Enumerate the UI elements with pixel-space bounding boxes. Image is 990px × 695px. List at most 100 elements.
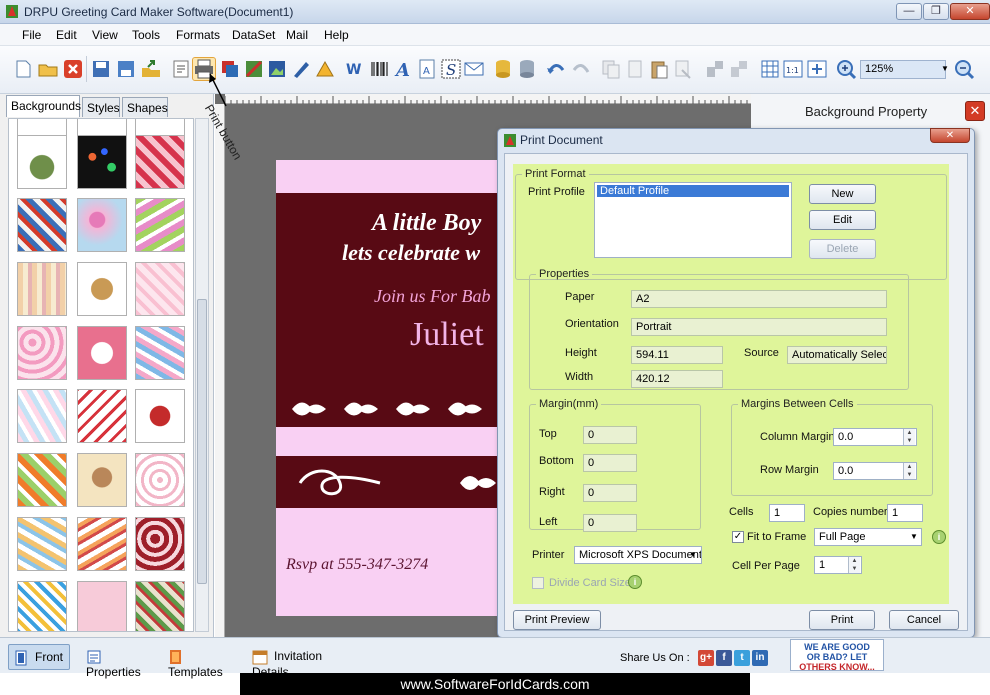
- background-thumbnail[interactable]: [17, 135, 67, 189]
- tab-invitation-details[interactable]: Invitation Details: [248, 644, 364, 679]
- height-field[interactable]: 594.11: [631, 346, 723, 364]
- delete-profile-button[interactable]: Delete: [809, 239, 876, 259]
- cut-icon[interactable]: [672, 58, 694, 80]
- background-thumbnail[interactable]: [17, 517, 67, 571]
- background-thumbnail[interactable]: [77, 262, 127, 316]
- align-2-icon[interactable]: [728, 58, 750, 80]
- profile-list-item[interactable]: Default Profile: [597, 185, 789, 197]
- linkedin-icon[interactable]: in: [752, 650, 768, 666]
- new-icon[interactable]: [12, 58, 34, 80]
- image-icon[interactable]: [266, 58, 288, 80]
- word-art-icon[interactable]: W: [345, 58, 367, 80]
- right-margin-field[interactable]: 0: [583, 484, 637, 502]
- facebook-icon[interactable]: f: [716, 650, 732, 666]
- card-heading-line-2[interactable]: lets celebrate w: [342, 240, 480, 266]
- background-thumbnail[interactable]: [17, 262, 67, 316]
- printer-dropdown-icon[interactable]: ▼: [689, 550, 697, 559]
- background-thumbnail[interactable]: [77, 517, 127, 571]
- minimize-button[interactable]: —: [896, 3, 922, 20]
- cell-per-page-stepper[interactable]: ▲ ▼: [848, 557, 860, 573]
- top-margin-field[interactable]: 0: [583, 426, 637, 444]
- menu-formats[interactable]: Formats: [176, 28, 220, 42]
- fit-icon[interactable]: [806, 58, 828, 80]
- export-icon[interactable]: [140, 58, 162, 80]
- tab-shapes[interactable]: Shapes: [122, 97, 168, 117]
- background-thumbnail[interactable]: [135, 581, 185, 631]
- left-margin-field[interactable]: 0: [583, 514, 637, 532]
- orientation-field[interactable]: Portrait: [631, 318, 887, 336]
- background-thumbnail[interactable]: [77, 326, 127, 380]
- database-icon[interactable]: [492, 58, 514, 80]
- background-thumbnail[interactable]: [135, 262, 185, 316]
- database-2-icon[interactable]: [516, 58, 538, 80]
- close-window-button[interactable]: ✕: [950, 3, 990, 20]
- bottom-margin-field[interactable]: 0: [583, 454, 637, 472]
- align-icon[interactable]: [704, 58, 726, 80]
- background-thumbnail[interactable]: [135, 389, 185, 443]
- background-thumbnail[interactable]: [17, 326, 67, 380]
- document-text-icon[interactable]: A: [416, 58, 438, 80]
- copy-icon[interactable]: [600, 58, 622, 80]
- background-thumbnail[interactable]: [77, 135, 127, 189]
- background-thumbnail[interactable]: [77, 198, 127, 252]
- dialog-close-button[interactable]: ✕: [930, 128, 970, 143]
- actual-size-icon[interactable]: 1:1: [782, 58, 804, 80]
- background-thumbnail[interactable]: [77, 581, 127, 631]
- copies-field[interactable]: 1: [887, 504, 923, 522]
- background-thumbnail[interactable]: [135, 326, 185, 380]
- menu-file[interactable]: File: [22, 28, 41, 42]
- background-thumbnail[interactable]: [77, 389, 127, 443]
- fit-to-frame-checkbox[interactable]: ✓: [732, 531, 744, 543]
- card-name[interactable]: Juliet: [410, 316, 484, 354]
- new-profile-button[interactable]: New: [809, 184, 876, 204]
- card-rsvp[interactable]: Rsvp at 555-347-3274: [286, 556, 428, 574]
- menu-dataset[interactable]: DataSet: [232, 28, 275, 42]
- background-thumbnail[interactable]: [17, 453, 67, 507]
- grid-icon[interactable]: [759, 58, 781, 80]
- printer-select[interactable]: Microsoft XPS Document: [574, 546, 702, 564]
- menu-mail[interactable]: Mail: [286, 28, 308, 42]
- card-invite-line[interactable]: Join us For Bab: [374, 286, 491, 307]
- pen-icon[interactable]: [290, 58, 312, 80]
- background-thumbnail[interactable]: [77, 453, 127, 507]
- greeting-card[interactable]: A little Boy lets celebrate w Join us Fo…: [276, 160, 506, 616]
- menu-tools[interactable]: Tools: [132, 28, 160, 42]
- row-margin-stepper[interactable]: ▲ ▼: [903, 463, 915, 479]
- print-button[interactable]: Print: [809, 610, 875, 630]
- zoom-dropdown-icon[interactable]: ▼: [941, 64, 949, 73]
- menu-edit[interactable]: Edit: [56, 28, 77, 42]
- zoom-out-icon[interactable]: [953, 58, 975, 80]
- barcode-icon[interactable]: [369, 58, 391, 80]
- background-thumbnail[interactable]: [17, 581, 67, 631]
- tab-backgrounds[interactable]: Backgrounds: [6, 95, 81, 117]
- redo-icon[interactable]: [570, 58, 592, 80]
- tab-styles[interactable]: Styles: [82, 97, 120, 117]
- source-field[interactable]: Automatically Select: [787, 346, 887, 364]
- background-thumbnail[interactable]: [135, 198, 185, 252]
- duplicate-icon[interactable]: [624, 58, 646, 80]
- paper-field[interactable]: A2: [631, 290, 887, 308]
- twitter-icon[interactable]: t: [734, 650, 750, 666]
- scrollbar-thumb[interactable]: [197, 299, 207, 584]
- feedback-badge[interactable]: WE ARE GOOD OR BAD? LET OTHERS KNOW...: [790, 639, 884, 672]
- divide-info-icon[interactable]: i: [628, 575, 642, 589]
- panel-close-button[interactable]: ✕: [965, 101, 985, 121]
- undo-icon[interactable]: [545, 58, 567, 80]
- text-icon[interactable]: A: [393, 58, 415, 80]
- save-as-icon[interactable]: [115, 58, 137, 80]
- background-thumbnail[interactable]: [17, 389, 67, 443]
- divide-card-size-checkbox[interactable]: [532, 577, 544, 589]
- width-field[interactable]: 420.12: [631, 370, 723, 388]
- background-thumbnail[interactable]: [17, 198, 67, 252]
- fit-mode-select[interactable]: Full Page: [814, 528, 922, 546]
- tab-templates[interactable]: Templates: [164, 644, 246, 679]
- close-doc-icon[interactable]: [62, 58, 84, 80]
- cells-field[interactable]: 1: [769, 504, 805, 522]
- google-plus-icon[interactable]: g+: [698, 650, 714, 666]
- print-profile-list[interactable]: Default Profile: [594, 182, 792, 258]
- thumbnail-scrollbar[interactable]: [195, 118, 209, 632]
- column-margin-stepper[interactable]: ▲ ▼: [903, 429, 915, 445]
- background-thumbnail[interactable]: [135, 135, 185, 189]
- background-thumbnail[interactable]: [135, 517, 185, 571]
- menu-view[interactable]: View: [92, 28, 118, 42]
